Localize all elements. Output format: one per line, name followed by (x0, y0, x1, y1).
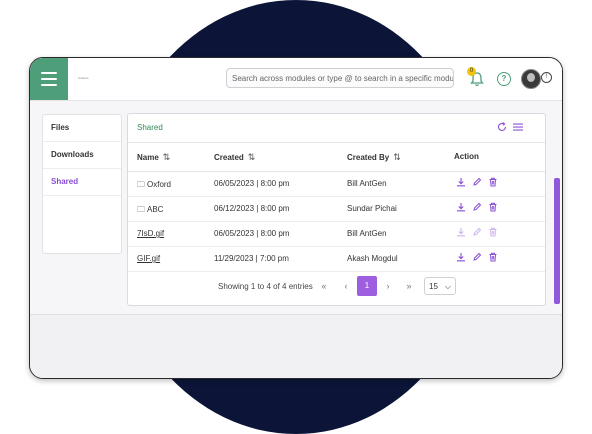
created-by-cell: Bill AntGen (347, 179, 387, 188)
table-row[interactable]: GIF.gif 11/29/2023 | 7:00 pm Akash Mogdu… (128, 246, 545, 272)
prev-page-button[interactable]: ‹ (339, 279, 353, 293)
sort-icon[interactable]: ⇅ (163, 152, 171, 163)
hamburger-line (41, 72, 57, 74)
sidebar-item-downloads[interactable]: Downloads (43, 142, 121, 169)
created-cell: 06/05/2023 | 8:00 pm (214, 229, 290, 238)
top-bar: Custom Search across modules or type @ t… (30, 58, 562, 101)
download-icon (456, 227, 466, 237)
vertical-scrollbar[interactable] (554, 178, 560, 304)
file-name: Oxford (147, 180, 172, 189)
delete-icon[interactable] (488, 177, 498, 187)
page-1-button[interactable]: 1 (357, 276, 377, 296)
download-icon[interactable] (456, 202, 466, 212)
notification-bell-icon[interactable]: 0 (467, 67, 484, 87)
refresh-icon[interactable] (497, 122, 507, 132)
table-row[interactable]: 🗀 Oxford 06/05/2023 | 8:00 pm Bill AntGen (128, 171, 545, 197)
row-actions (456, 252, 498, 262)
page-size-select[interactable]: 15 ⌵ (424, 277, 456, 295)
edit-icon[interactable] (472, 202, 482, 212)
user-avatar[interactable] (521, 69, 541, 89)
row-actions (456, 202, 498, 212)
page-size-value: 15 (429, 282, 438, 291)
edit-icon[interactable] (472, 252, 482, 262)
sort-icon[interactable]: ⇅ (248, 152, 256, 163)
panel-header: Shared (128, 114, 545, 142)
name-cell[interactable]: 🗀 Oxford (137, 179, 171, 193)
table-row[interactable]: 7IsD.gif 06/05/2023 | 8:00 pm Bill AntGe… (128, 221, 545, 247)
folder-icon: 🗀 (137, 180, 145, 189)
sidebar-item-shared[interactable]: Shared (43, 169, 121, 196)
next-page-button[interactable]: › (381, 279, 395, 293)
footer-area (30, 314, 562, 378)
delete-icon (488, 227, 498, 237)
created-by-cell: Bill AntGen (347, 229, 387, 238)
file-name: ABC (147, 205, 164, 214)
shared-files-panel: Shared Name ⇅ Created ⇅ Created By ⇅ Action (127, 113, 546, 306)
column-header-name[interactable]: Name ⇅ (137, 152, 170, 163)
created-cell: 06/12/2023 | 8:00 pm (214, 204, 290, 213)
hamburger-line (41, 78, 57, 80)
first-page-button[interactable]: « (317, 279, 331, 293)
hamburger-menu-icon[interactable] (30, 58, 68, 100)
info-icon[interactable]: ! (541, 72, 552, 83)
app-window: Custom Search across modules or type @ t… (29, 57, 563, 379)
column-header-name-label: Name (137, 153, 159, 162)
sidebar-item-files[interactable]: Files (43, 115, 121, 142)
help-icon[interactable]: ? (497, 72, 511, 86)
pagination: Showing 1 to 4 of 4 entries « ‹ 1 › » 15… (128, 274, 545, 298)
file-name-link[interactable]: 7IsD.gif (137, 229, 164, 238)
edit-icon[interactable] (472, 177, 482, 187)
download-icon[interactable] (456, 177, 466, 187)
file-name-link[interactable]: GIF.gif (137, 254, 160, 263)
chevron-down-icon: ⌵ (444, 282, 451, 291)
column-header-created-by[interactable]: Created By ⇅ (347, 152, 401, 163)
created-by-cell: Akash Mogdul (347, 254, 398, 263)
column-header-created-by-label: Created By (347, 153, 390, 162)
panel-title: Shared (137, 123, 163, 132)
created-cell: 06/05/2023 | 8:00 pm (214, 179, 290, 188)
hamburger-line (41, 84, 57, 86)
global-search-input[interactable]: Search across modules or type @ to searc… (226, 68, 454, 88)
column-header-created[interactable]: Created ⇅ (214, 152, 255, 163)
row-actions (456, 227, 498, 237)
sort-icon[interactable]: ⇅ (393, 152, 401, 163)
row-actions (456, 177, 498, 187)
brand-logo: Custom (78, 76, 89, 80)
delete-icon[interactable] (488, 252, 498, 262)
table-header: Name ⇅ Created ⇅ Created By ⇅ Action (128, 142, 545, 172)
folder-icon: 🗀 (137, 205, 145, 214)
last-page-button[interactable]: » (402, 279, 416, 293)
column-header-created-label: Created (214, 153, 244, 162)
created-cell: 11/29/2023 | 7:00 pm (214, 254, 289, 263)
edit-icon (472, 227, 482, 237)
name-cell[interactable]: 🗀 ABC (137, 204, 163, 218)
notification-count-badge: 0 (467, 67, 476, 76)
column-header-action: Action (454, 152, 479, 161)
table-row[interactable]: 🗀 ABC 06/12/2023 | 8:00 pm Sundar Pichai (128, 196, 545, 222)
file-sidebar: Files Downloads Shared (42, 114, 122, 254)
delete-icon[interactable] (488, 202, 498, 212)
created-by-cell: Sundar Pichai (347, 204, 397, 213)
list-menu-icon[interactable] (513, 123, 523, 131)
download-icon[interactable] (456, 252, 466, 262)
pagination-info: Showing 1 to 4 of 4 entries (218, 282, 313, 291)
